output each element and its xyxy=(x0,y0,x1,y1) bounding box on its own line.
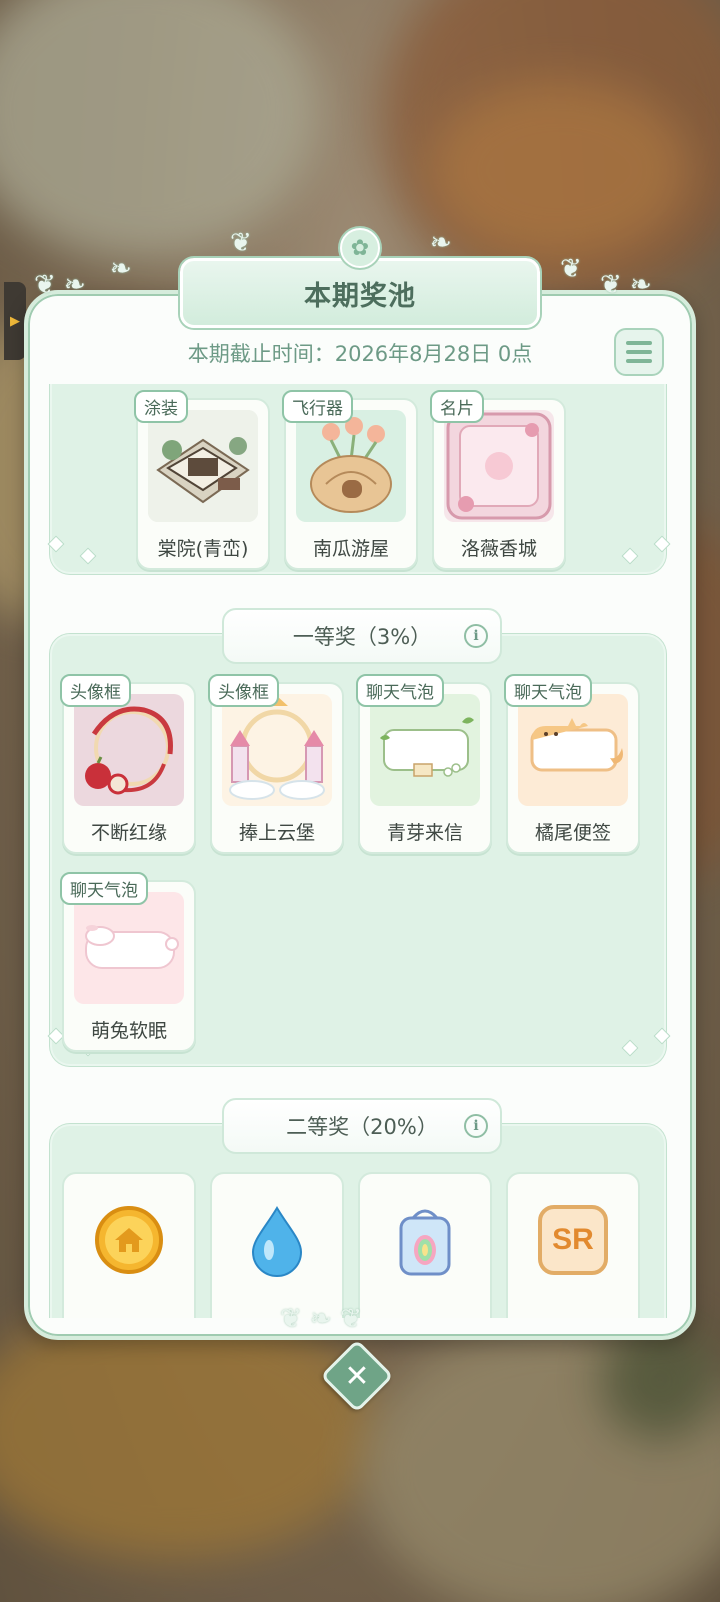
prize-tag: 聊天气泡 xyxy=(356,674,444,707)
corner-diamond xyxy=(653,535,671,553)
vine-decoration-right-2: ❦ xyxy=(560,254,582,284)
prize-card-coin[interactable] xyxy=(62,1172,196,1318)
prize-name: 南瓜游屋 xyxy=(312,538,389,560)
prize-tag: 聊天气泡 xyxy=(60,872,148,905)
prize-card-egg-box[interactable] xyxy=(358,1172,492,1318)
bunny-bubble-image xyxy=(74,892,184,1004)
prize-name: 捧上云堡 xyxy=(238,822,315,844)
list-icon-line xyxy=(626,350,652,354)
prize-card-paint[interactable]: 涂装 棠院(青峦) xyxy=(134,390,270,570)
sr-badge-label: SR xyxy=(538,1205,608,1275)
flower-icon: ✿ xyxy=(340,228,380,268)
prize-tag: 飞行器 xyxy=(282,390,353,423)
castle-frame-image xyxy=(222,694,332,806)
prize-scroll-area[interactable]: 涂装 棠院(青峦) 飞行器 南瓜游屋 名片 洛薇香城 一等奖（3%） i 头像框… xyxy=(38,384,682,1318)
corner-diamond xyxy=(653,1027,671,1045)
close-icon[interactable]: ✕ xyxy=(331,1350,383,1402)
vine-decoration-top-left: ❦ xyxy=(230,228,252,258)
house-courtyard-image xyxy=(148,410,258,522)
first-prize-title: 一等奖（3%） i xyxy=(222,608,502,664)
prize-name: 橘尾便签 xyxy=(534,822,611,844)
info-icon[interactable]: i xyxy=(464,1114,488,1138)
vine-decoration-bottom: ❦ ❧ ❦ xyxy=(280,1304,362,1334)
prize-tag: 头像框 xyxy=(208,674,279,707)
apple-frame-image xyxy=(74,694,184,806)
prize-name: 萌兔软眠 xyxy=(90,1020,167,1042)
list-icon-line xyxy=(626,359,652,363)
prize-tag: 涂装 xyxy=(134,390,188,423)
side-expand-tab[interactable]: ▶ xyxy=(4,282,26,360)
corner-diamond xyxy=(79,547,97,565)
second-prize-title-text: 二等奖（20%） xyxy=(286,1115,438,1139)
vine-decoration-left: ❦ ❧ xyxy=(34,270,86,300)
prize-card-chat-bubble[interactable]: 聊天气泡 萌兔软眠 xyxy=(60,872,196,1052)
corner-diamond xyxy=(621,1039,639,1057)
vine-decoration-right: ❦ ❧ xyxy=(600,270,652,300)
prize-card-chat-bubble[interactable]: 聊天气泡 青芽来信 xyxy=(356,674,492,854)
second-prize-title: 二等奖（20%） i xyxy=(222,1098,502,1154)
vine-decoration-top-right: ❧ xyxy=(430,228,452,258)
page-title: 本期奖池 xyxy=(304,280,416,312)
prize-name: 洛薇香城 xyxy=(460,538,537,560)
prize-card-aircraft[interactable]: 飞行器 南瓜游屋 xyxy=(282,390,418,570)
prize-card-sr[interactable]: SR xyxy=(506,1172,640,1318)
prize-name: 棠院(青峦) xyxy=(157,538,249,560)
prize-card-avatar-frame[interactable]: 头像框 捧上云堡 xyxy=(208,674,344,854)
water-drop-icon xyxy=(222,1184,332,1296)
deadline-text: 本期截止时间：2026年8月28日 0点 xyxy=(187,342,533,366)
corner-diamond xyxy=(47,535,65,553)
cat-bubble-image xyxy=(518,694,628,806)
prize-name: 青芽来信 xyxy=(386,822,463,844)
prize-card-water[interactable] xyxy=(210,1172,344,1318)
prize-tag: 名片 xyxy=(430,390,484,423)
prize-name: 不断红缘 xyxy=(90,822,167,844)
corner-diamond xyxy=(621,547,639,565)
prize-tag: 聊天气泡 xyxy=(504,674,592,707)
first-prize-title-text: 一等奖（3%） xyxy=(292,625,432,649)
sprout-bubble-image xyxy=(370,694,480,806)
info-icon[interactable]: i xyxy=(464,624,488,648)
prize-card-chat-bubble[interactable]: 聊天气泡 橘尾便签 xyxy=(504,674,640,854)
rainbow-egg-box-icon xyxy=(370,1184,480,1296)
list-icon-line xyxy=(626,341,652,345)
pumpkin-house-image xyxy=(296,410,406,522)
list-menu-button[interactable] xyxy=(614,328,664,376)
prize-card-namecard[interactable]: 名片 洛薇香城 xyxy=(430,390,566,570)
rose-card-image xyxy=(444,410,554,522)
gold-coin-icon xyxy=(74,1184,184,1296)
title-banner: 本期奖池 xyxy=(180,258,540,328)
prize-tag: 头像框 xyxy=(60,674,131,707)
prize-card-avatar-frame[interactable]: 头像框 不断红缘 xyxy=(60,674,196,854)
vine-decoration-left-2: ❧ xyxy=(110,254,132,284)
sr-badge-icon: SR xyxy=(518,1184,628,1296)
